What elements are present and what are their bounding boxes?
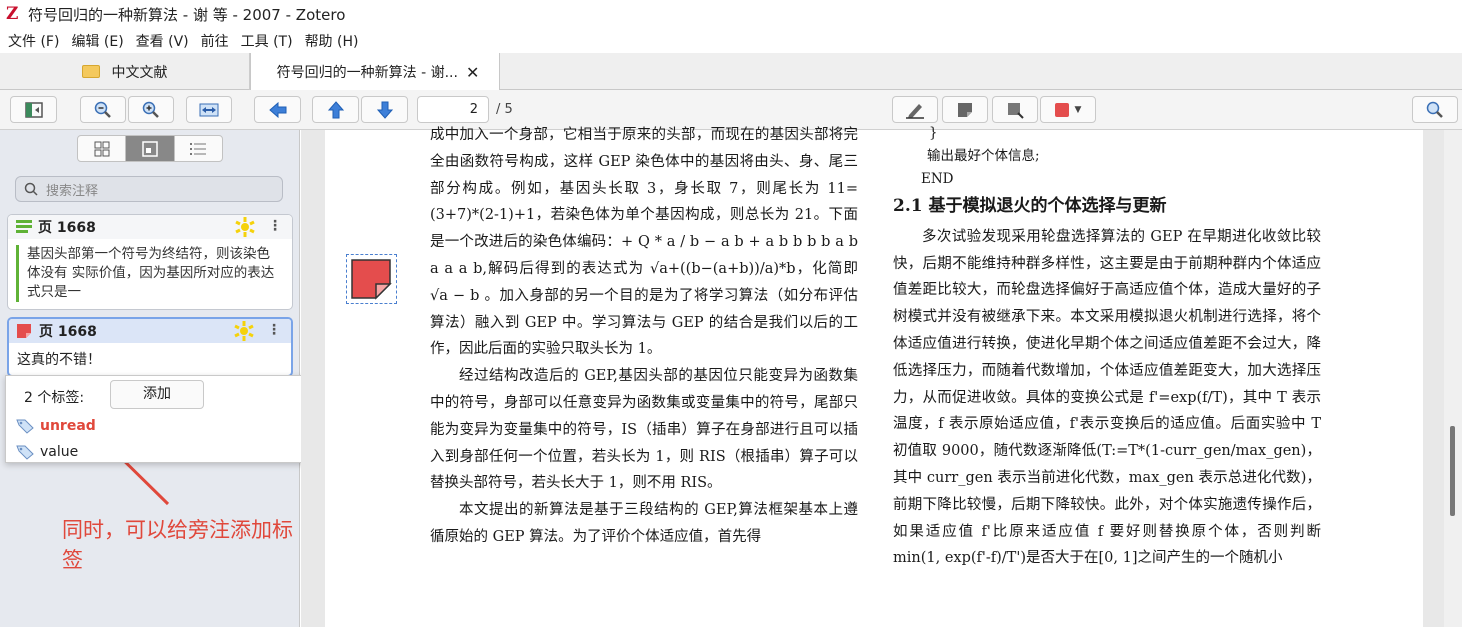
page-total: / 5 bbox=[496, 102, 513, 117]
folder-icon bbox=[81, 65, 100, 78]
fit-width-button[interactable] bbox=[186, 96, 232, 123]
close-tab-icon[interactable]: ✕ bbox=[466, 63, 479, 82]
next-page-button[interactable] bbox=[361, 96, 408, 123]
thumbnails-icon bbox=[94, 141, 110, 156]
menu-bar: 文件 (F) 编辑 (E) 查看 (V) 前往 工具 (T) 帮助 (H) bbox=[0, 28, 1462, 53]
tag-color-star-icon bbox=[234, 321, 254, 341]
annotation-card-note[interactable]: 页 1668 ⋮ 这真的不错！ bbox=[7, 317, 293, 377]
area-tool-button[interactable] bbox=[992, 96, 1038, 123]
page-number-input[interactable]: 2 bbox=[417, 96, 489, 123]
search-placeholder: 搜索注释 bbox=[46, 183, 99, 199]
highlight-tool-button[interactable] bbox=[892, 96, 938, 123]
tag-row[interactable]: value bbox=[16, 441, 348, 463]
note-icon bbox=[958, 102, 972, 117]
code-line: END bbox=[921, 171, 954, 187]
toggle-sidebar-button[interactable] bbox=[10, 96, 57, 123]
more-options-icon[interactable]: ⋮ bbox=[268, 218, 282, 234]
tag-icon bbox=[16, 419, 34, 434]
tag-icon bbox=[16, 445, 34, 460]
find-button[interactable] bbox=[1412, 96, 1458, 123]
tag-name[interactable]: unread bbox=[40, 418, 96, 434]
sidebar-view-switcher bbox=[77, 135, 223, 162]
search-icon bbox=[1426, 101, 1443, 118]
code-line: 输出最好个体信息; bbox=[927, 148, 1040, 164]
annotations-view-button[interactable] bbox=[126, 136, 175, 161]
window-title: 符号回归的一种新算法 - 谢 等 - 2007 - Zotero bbox=[28, 5, 346, 24]
outline-view-button[interactable] bbox=[175, 136, 222, 161]
vertical-scrollbar[interactable] bbox=[1444, 130, 1462, 627]
annotation-card-highlight[interactable]: 页 1668 ⋮ 基因头部第一个符号为终结符，则该染色体没有 实际价值，因为基因… bbox=[7, 214, 293, 310]
fit-width-icon bbox=[199, 103, 219, 116]
menu-edit[interactable]: 编辑 (E) bbox=[71, 31, 123, 51]
menu-help[interactable]: 帮助 (H) bbox=[305, 31, 359, 51]
highlight-annotation-icon bbox=[16, 220, 32, 233]
zoom-in-icon bbox=[142, 101, 159, 118]
tab-library[interactable]: 中文文献 bbox=[0, 53, 250, 90]
document-right-column: } 输出最好个体信息; END 2.1 基于模拟退火的个体选择与更新 多次试验发… bbox=[893, 122, 1321, 607]
highlighter-icon bbox=[906, 103, 924, 119]
document-paragraph: 成中加入一个身部，它相当于原来的头部，而现在的基因头部将完全由函数符号构成，这样… bbox=[430, 127, 858, 358]
search-icon bbox=[24, 182, 38, 196]
document-paragraph: 经过结构改造后的 GEP,基因头部的基因位只能变异为函数集中的符号，身部可以任意… bbox=[430, 368, 858, 492]
tab-library-label: 中文文献 bbox=[111, 64, 168, 81]
annotation-header: 页 1668 ⋮ bbox=[8, 215, 292, 239]
tab-reader-label: 符号回归的一种新算法 - 谢... bbox=[276, 65, 458, 81]
annotation-page-label: 页 1668 bbox=[39, 324, 97, 340]
arrow-left-icon bbox=[268, 101, 286, 118]
annotation-comment[interactable]: 这真的不错！ bbox=[9, 343, 291, 369]
annotation-search-input[interactable]: 搜索注释 bbox=[15, 176, 283, 202]
tab-reader[interactable]: 符号回归的一种新算法 - 谢... ✕ bbox=[250, 53, 500, 91]
more-options-icon[interactable]: ⋮ bbox=[267, 322, 281, 338]
tag-row[interactable]: unread bbox=[16, 415, 348, 437]
annotation-text: 基因头部第一个符号为终结符，则该染色体没有 实际价值，因为基因所对应的表达式只是… bbox=[16, 245, 282, 302]
menu-tools[interactable]: 工具 (T) bbox=[241, 31, 293, 51]
sidebar-toggle-icon bbox=[24, 101, 43, 118]
note-annotation-marker[interactable] bbox=[346, 254, 397, 304]
annotations-icon bbox=[142, 140, 158, 157]
thumbnails-view-button[interactable] bbox=[78, 136, 127, 161]
annotation-header: 页 1668 ⋮ bbox=[9, 319, 291, 343]
document-paragraph: 本文提出的新算法是基于三段结构的 GEP,算法框架基本上遵循原始的 GEP 算法… bbox=[430, 502, 858, 545]
document-paragraph: 多次试验发现采用轮盘选择算法的 GEP 在早期进化收敛比较快，后期不能维持种群多… bbox=[893, 228, 1321, 567]
title-bar: Z 符号回归的一种新算法 - 谢 等 - 2007 - Zotero bbox=[0, 0, 1462, 28]
tab-bar: 中文文献 符号回归的一种新算法 - 谢... ✕ bbox=[0, 53, 1462, 91]
previous-page-button[interactable] bbox=[312, 96, 359, 123]
sticky-note-icon bbox=[351, 259, 392, 300]
note-tool-button[interactable] bbox=[942, 96, 988, 123]
zotero-logo-icon: Z bbox=[6, 4, 19, 24]
color-picker-button[interactable]: ▼ bbox=[1040, 96, 1096, 123]
code-line: } bbox=[929, 125, 938, 141]
arrow-up-icon bbox=[327, 100, 344, 118]
callout-annotation-text: 同时，可以给旁注添加标签 bbox=[62, 518, 293, 572]
zoom-out-button[interactable] bbox=[80, 96, 126, 123]
outline-list-icon bbox=[190, 142, 207, 155]
arrow-down-icon bbox=[376, 101, 393, 119]
tag-name[interactable]: value bbox=[40, 444, 78, 460]
tag-color-star-icon bbox=[235, 217, 255, 237]
menu-file[interactable]: 文件 (F) bbox=[8, 31, 59, 51]
annotation-page-label: 页 1668 bbox=[38, 220, 96, 236]
chevron-down-icon: ▼ bbox=[1074, 104, 1082, 115]
zoom-out-icon bbox=[94, 101, 111, 118]
document-left-column: 成中加入一个身部，它相当于原来的头部，而现在的基因头部将完全由函数符号构成，这样… bbox=[430, 122, 858, 607]
scrollbar-thumb[interactable] bbox=[1450, 426, 1455, 516]
area-select-icon bbox=[1008, 102, 1024, 119]
menu-view[interactable]: 查看 (V) bbox=[136, 31, 189, 51]
zoom-in-button[interactable] bbox=[128, 96, 174, 123]
color-swatch-icon bbox=[1054, 102, 1069, 117]
tag-count-label: 2 个标签: bbox=[24, 390, 85, 406]
back-button[interactable] bbox=[254, 96, 301, 123]
add-tag-button[interactable]: 添加 bbox=[110, 380, 204, 409]
menu-go[interactable]: 前往 bbox=[201, 31, 229, 51]
section-heading: 2.1 基于模拟退火的个体选择与更新 bbox=[893, 196, 1167, 216]
note-annotation-icon bbox=[17, 324, 31, 338]
